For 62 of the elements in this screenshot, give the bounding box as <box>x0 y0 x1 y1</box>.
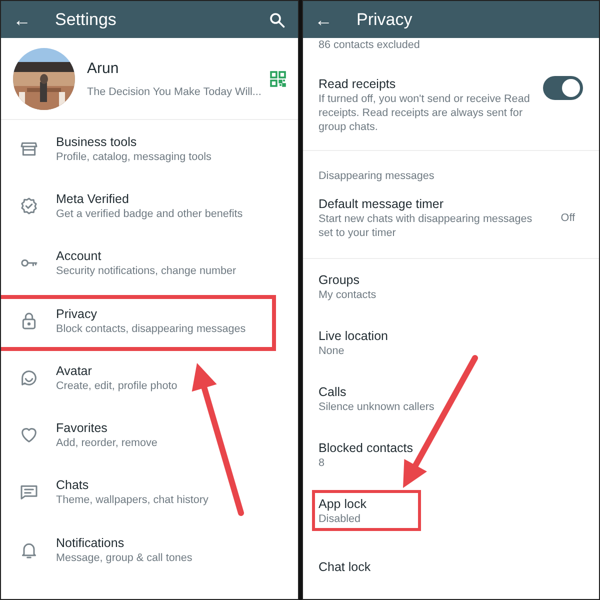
item-subtitle: Security notifications, change number <box>56 264 236 278</box>
settings-item[interactable]: Notifications Message, group & call tones <box>1 521 298 578</box>
screen-title: Settings <box>55 8 118 31</box>
toggle-switch[interactable] <box>543 76 583 100</box>
item-title: Notifications <box>56 534 126 551</box>
verified-badge-icon <box>19 196 39 216</box>
item-title: Groups <box>318 272 360 288</box>
item-subtitle: 8 <box>318 456 326 470</box>
settings-item[interactable]: Groups My contacts <box>302 259 599 315</box>
item-title: App lock <box>318 496 366 512</box>
settings-item[interactable]: Favorites Add, reorder, remove <box>1 406 298 464</box>
profile-name: Arun <box>87 59 120 80</box>
item-title: Chats <box>56 477 90 494</box>
item-title: Chat lock <box>318 559 371 575</box>
item-title: Live location <box>318 328 388 344</box>
back-button[interactable]: ← <box>314 10 332 28</box>
qr-code-icon[interactable] <box>270 70 286 86</box>
item-subtitle: Create, edit, profile photo <box>56 378 178 393</box>
item-title: Account <box>56 248 102 264</box>
item-title: Favorites <box>56 420 108 436</box>
item-subtitle: Disabled <box>318 512 362 526</box>
item-subtitle: Profile, catalog, messaging tools <box>56 150 212 164</box>
item-title: Meta Verified <box>56 190 130 207</box>
settings-item[interactable]: Meta Verified Get a verified badge and other benefits <box>1 177 298 235</box>
settings-item[interactable]: Read receipts If turned off, you won't send or receive Read receipts. Read receipts are always sent for group chats. <box>302 57 599 151</box>
item-subtitle: Start new chats with disappearing messages set to your timer <box>318 212 534 240</box>
item-subtitle: Message, group & call tones <box>56 550 192 565</box>
avatar-icon <box>19 368 39 388</box>
back-button[interactable]: ← <box>13 10 31 28</box>
item-title: Read receipts <box>318 76 397 92</box>
heart-icon <box>19 425 39 446</box>
section-heading: Disappearing messages <box>318 169 436 184</box>
profile-status: The Decision You Make Today Will... <box>87 84 262 99</box>
item-title: Privacy <box>56 306 98 322</box>
item-subtitle: Get a verified badge and other benefits <box>56 206 243 221</box>
settings-item[interactable]: Calls Silence unknown callers <box>302 371 599 427</box>
item-subtitle: Theme, wallpapers, chat history <box>56 493 208 508</box>
item-title: Blocked contacts <box>318 440 413 456</box>
item-subtitle: My contacts <box>318 288 376 302</box>
settings-item[interactable]: Chats Theme, wallpapers, chat history <box>1 464 298 522</box>
settings-item[interactable]: Chat lock <box>302 539 599 595</box>
settings-item[interactable]: Account Security notifications, change number <box>1 234 298 292</box>
item-subtitle: 86 contacts excluded <box>318 38 421 52</box>
settings-item[interactable]: Business tools Profile, catalog, messaging tools <box>1 120 298 178</box>
item-title: Business tools <box>56 134 138 150</box>
settings-item[interactable]: Default message timer Start new chats with disappearing messages set to your timer Off <box>302 185 599 259</box>
settings-item[interactable]: App lock Disabled <box>302 483 599 539</box>
item-subtitle: Block contacts, disappearing messages <box>56 322 246 336</box>
item-title: Default message timer <box>318 196 445 212</box>
settings-item[interactable]: Avatar Create, edit, profile photo <box>1 349 298 406</box>
item-title: Calls <box>318 384 348 400</box>
screen-title: Privacy <box>356 8 414 31</box>
item-subtitle: None <box>318 344 346 358</box>
item-title: Avatar <box>56 362 93 379</box>
settings-item[interactable]: Blocked contacts 8 <box>302 427 599 483</box>
item-value: Off <box>560 211 575 225</box>
settings-item[interactable]: Live location None <box>302 315 599 371</box>
item-subtitle: Silence unknown callers <box>318 400 434 414</box>
settings-item[interactable]: Privacy Block contacts, disappearing messages <box>1 292 298 350</box>
item-subtitle: If turned off, you won't send or receive Read receipts. Read receipts are always sent for group chats. <box>318 92 531 134</box>
search-icon[interactable] <box>268 10 286 28</box>
item-subtitle: Add, reorder, remove <box>56 436 158 450</box>
